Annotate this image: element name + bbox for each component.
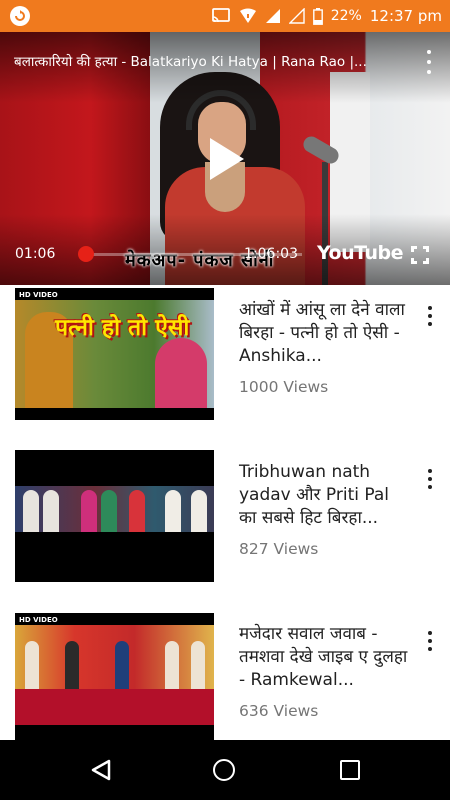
thumbnail-figure (101, 490, 117, 532)
video-title[interactable]: आंखों में आंसू ला देने वाला बिरहा - पत्न… (239, 299, 409, 368)
video-title[interactable]: Tribhuwan nath yadav और Priti Pal का सबस… (239, 461, 409, 530)
signal-empty-icon (288, 8, 305, 24)
thumbnail-figure (81, 490, 97, 532)
thumbnail-figure (165, 641, 179, 689)
view-count: 1000 Views (239, 378, 329, 396)
thumbnail-figure (191, 641, 205, 689)
thumbnail-figure (165, 490, 181, 532)
video-thumbnail[interactable]: पत्नी हो तो ऐसी HD VIDEO (15, 288, 214, 420)
hd-badge: HD VIDEO (19, 616, 58, 624)
youtube-logo[interactable]: YouTube (317, 242, 403, 264)
status-bar: 22% 12:37 pm (0, 0, 450, 32)
app-icon (10, 6, 30, 26)
video-thumbnail[interactable] (15, 450, 214, 582)
video-info[interactable]: आंखों में आंसू ला देने वाला बिरहा - पत्न… (239, 299, 409, 396)
total-duration: 1:06:03 (244, 246, 298, 262)
video-info[interactable]: Tribhuwan nath yadav और Priti Pal का सबस… (239, 461, 409, 558)
video-title[interactable]: मजेदार सवाल जवाब - तमशवा देखे जाइब ए दुल… (239, 623, 409, 692)
player-title: बलात्कारियो की हत्या - Balatkariyo Ki Ha… (14, 54, 367, 70)
scrubber-handle[interactable] (77, 246, 94, 262)
recent-apps-icon[interactable] (340, 760, 360, 780)
thumbnail-figure (23, 490, 39, 532)
play-icon[interactable] (210, 138, 244, 180)
hd-badge: HD VIDEO (19, 291, 58, 299)
thumbnail-figure (191, 490, 207, 532)
thumbnail-stage (15, 689, 214, 725)
player-more-icon[interactable] (424, 50, 434, 74)
back-icon[interactable] (90, 758, 112, 782)
more-options-icon[interactable] (425, 631, 435, 651)
related-videos: पत्नी हो तो ऐसी HD VIDEO आंखों में आंसू … (0, 285, 450, 740)
video-player[interactable]: बलात्कारियो की हत्या - Balatkariyo Ki Ha… (0, 32, 450, 285)
cast-icon (211, 8, 230, 23)
list-item[interactable]: HD VIDEO मजेदार सवाल जवाब - तमशवा देखे ज… (0, 610, 450, 740)
video-info[interactable]: मजेदार सवाल जवाब - तमशवा देखे जाइब ए दुल… (239, 623, 409, 720)
navigation-bar (0, 740, 450, 800)
thumbnail-figure (43, 490, 59, 532)
fullscreen-icon[interactable] (411, 246, 429, 264)
thumbnail-figure (65, 641, 79, 689)
thumbnail-figure (25, 641, 39, 689)
more-options-icon[interactable] (425, 306, 435, 326)
elapsed-time: 01:06 (15, 246, 56, 262)
app-logo-glyph (15, 10, 25, 21)
video-thumbnail[interactable]: HD VIDEO (15, 613, 214, 740)
home-icon[interactable] (213, 759, 235, 781)
view-count: 636 Views (239, 702, 319, 720)
more-options-icon[interactable] (425, 469, 435, 489)
battery-icon (312, 7, 323, 25)
status-icons: 22% 12:37 pm (211, 0, 442, 32)
thumbnail-figure (155, 338, 207, 408)
list-item[interactable]: पत्नी हो तो ऐसी HD VIDEO आंखों में आंसू … (0, 285, 450, 435)
thumbnail-figure (129, 490, 145, 532)
clock: 12:37 pm (369, 7, 442, 25)
wifi-icon (239, 8, 256, 23)
view-count: 827 Views (239, 540, 319, 558)
battery-percent: 22% (330, 8, 362, 24)
list-item[interactable]: Tribhuwan nath yadav और Priti Pal का सबस… (0, 448, 450, 598)
thumbnail-figure (115, 641, 129, 689)
signal-icon (265, 9, 280, 23)
thumbnail-headline: पत्नी हो तो ऐसी (55, 315, 190, 341)
